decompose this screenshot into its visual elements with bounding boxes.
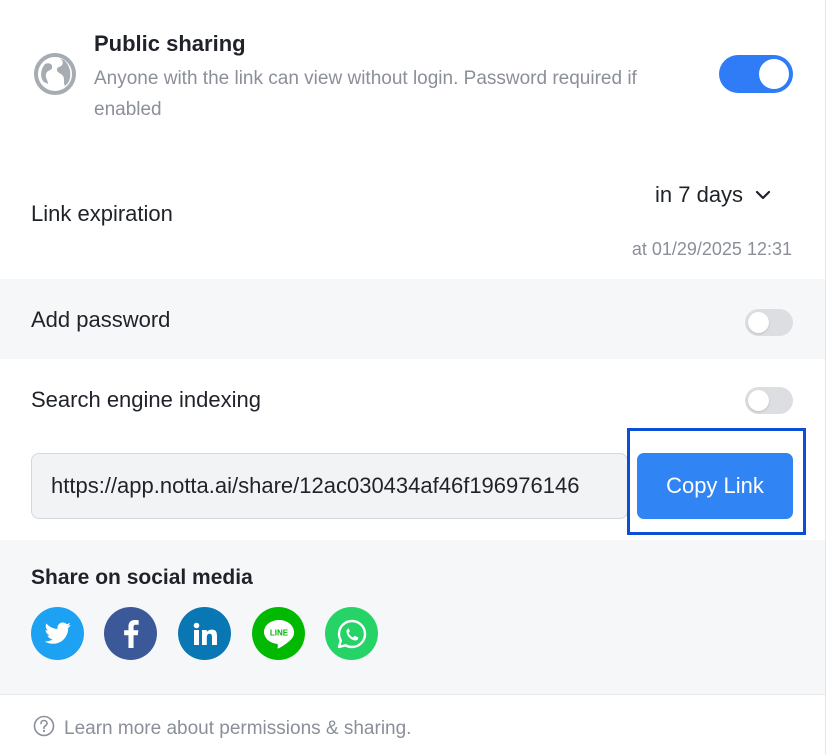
whatsapp-icon[interactable] <box>325 607 378 660</box>
globe-icon <box>33 52 77 96</box>
help-link[interactable]: Learn more about permissions & sharing. <box>64 718 411 740</box>
svg-text:LINE: LINE <box>269 628 288 637</box>
public-sharing-description: Anyone with the link can view without lo… <box>94 68 637 120</box>
toggle-knob <box>748 312 769 333</box>
facebook-icon[interactable] <box>104 607 157 660</box>
toggle-knob <box>759 59 789 89</box>
public-sharing-title: Public sharing <box>94 31 246 56</box>
link-expiration-dropdown[interactable]: in 7 days <box>655 181 771 209</box>
link-expiration-label: Link expiration <box>31 201 173 226</box>
help-circle-icon <box>33 715 55 737</box>
add-password-toggle[interactable] <box>745 309 793 336</box>
link-expiration-value: in 7 days <box>655 182 744 207</box>
share-url-field[interactable] <box>31 453 628 519</box>
public-sharing-toggle[interactable] <box>719 55 793 93</box>
linkedin-icon[interactable] <box>178 607 231 660</box>
search-indexing-toggle[interactable] <box>745 387 793 414</box>
add-password-label: Add password <box>31 307 171 332</box>
share-url-input[interactable] <box>32 454 627 518</box>
expiration-date: at 01/29/2025 12:31 <box>631 239 792 259</box>
line-icon[interactable]: LINE <box>252 607 305 660</box>
search-indexing-label: Search engine indexing <box>31 387 261 412</box>
copy-link-button[interactable]: Copy Link <box>637 453 793 519</box>
chevron-down-icon <box>755 190 771 200</box>
social-share-title: Share on social media <box>31 566 253 589</box>
share-settings-panel: Public sharing Anyone with the link can … <box>0 0 826 754</box>
toggle-knob <box>748 390 769 411</box>
twitter-icon[interactable] <box>31 607 84 660</box>
